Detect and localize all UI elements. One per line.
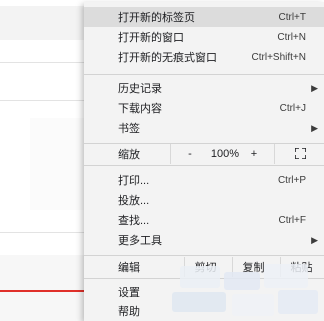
menu-item-incognito[interactable]: 打开新的无痕式窗口 Ctrl+Shift+N — [84, 47, 324, 67]
zoom-out-button[interactable]: - — [172, 144, 208, 164]
menu-item-new-window[interactable]: 打开新的窗口 Ctrl+N — [84, 27, 324, 47]
divider — [0, 62, 95, 63]
menu-item-zoom: 缩放 - 100% + — [84, 144, 324, 164]
menu-item-label: 投放... — [118, 195, 150, 207]
menu-item-find[interactable]: 查找... Ctrl+F — [84, 210, 324, 230]
divider — [170, 144, 171, 164]
menu-item-new-tab[interactable]: 打开新的标签页 Ctrl+T — [84, 7, 324, 27]
menu-item-downloads[interactable]: 下载内容 Ctrl+J — [84, 98, 324, 118]
menu-item-label: 打开新的标签页 — [118, 12, 195, 24]
menu-item-shortcut: Ctrl+T — [278, 11, 307, 23]
menu-item-bookmarks[interactable]: 书签 ▶ — [84, 118, 324, 138]
divider — [274, 144, 275, 164]
menu-item-label: 查找... — [118, 215, 150, 227]
divider — [0, 232, 95, 233]
menu-item-history[interactable]: 历史记录 ▶ — [84, 78, 324, 98]
menu-item-label: 下载内容 — [118, 103, 162, 115]
menu-item-label: 历史记录 — [118, 83, 162, 95]
menu-separator — [84, 74, 324, 75]
menu-item-label: 设置 — [118, 287, 140, 299]
menu-item-label: 打印... — [118, 175, 150, 187]
menu-item-shortcut: Ctrl+Shift+N — [251, 51, 306, 63]
menu-separator — [84, 255, 324, 256]
menu-item-label: 帮助 — [118, 306, 140, 318]
zoom-out-label: - — [188, 148, 192, 160]
menu-separator — [84, 165, 324, 166]
menu-item-print[interactable]: 打印... Ctrl+P — [84, 170, 324, 190]
menu-item-label: 打开新的无痕式窗口 — [118, 52, 217, 64]
menu-item-shortcut: Ctrl+N — [277, 31, 306, 43]
fullscreen-icon[interactable] — [295, 148, 306, 159]
zoom-in-label: + — [250, 148, 258, 160]
divider — [0, 100, 95, 101]
menu-item-label: 书签 — [118, 123, 140, 135]
page-header-band — [0, 6, 95, 40]
zoom-in-button[interactable]: + — [236, 144, 272, 164]
menu-item-shortcut: Ctrl+J — [279, 102, 306, 114]
menu-item-shortcut: Ctrl+F — [278, 214, 307, 226]
menu-item-cast[interactable]: 投放... — [84, 190, 324, 210]
chevron-right-icon: ▶ — [311, 82, 318, 93]
menu-item-label: 编辑 — [118, 262, 140, 274]
menu-item-more-tools[interactable]: 更多工具 ▶ — [84, 230, 324, 250]
blur-overlay — [152, 258, 324, 321]
menu-item-label: 打开新的窗口 — [118, 32, 184, 44]
menu-item-label: 缩放 — [118, 149, 140, 161]
chevron-right-icon: ▶ — [311, 234, 318, 245]
chevron-right-icon: ▶ — [311, 122, 318, 133]
menu-item-shortcut: Ctrl+P — [277, 174, 306, 186]
menu-item-label: 更多工具 — [118, 235, 162, 247]
